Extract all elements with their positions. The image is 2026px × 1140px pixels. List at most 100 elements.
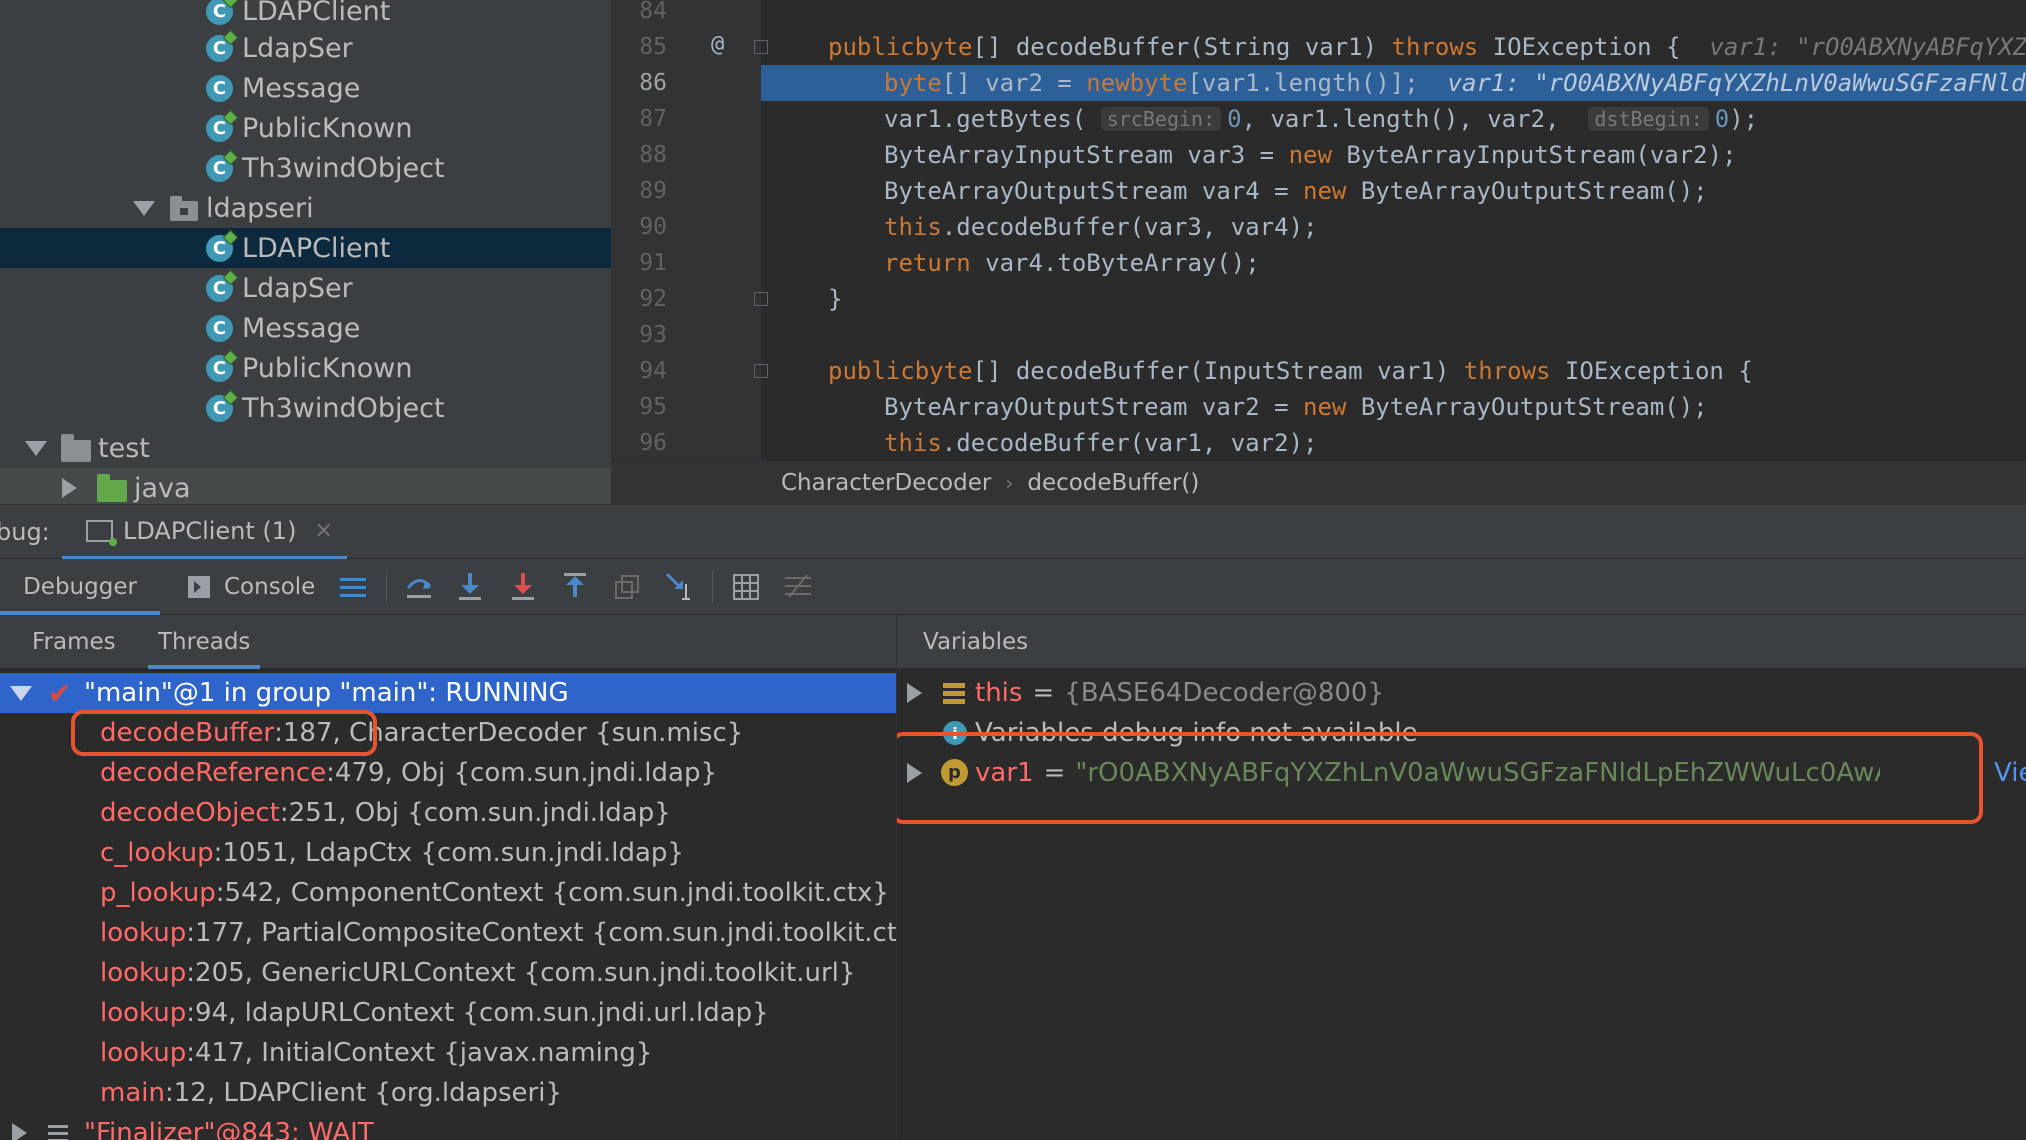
stack-frame[interactable]: decodeReference:479, Obj {com.sun.jndi.l… bbox=[100, 753, 717, 793]
evaluate-icon[interactable] bbox=[728, 569, 764, 605]
tab-threads[interactable]: Threads bbox=[147, 615, 261, 669]
tree-item-label: Message bbox=[242, 312, 361, 344]
drop-frame-icon[interactable] bbox=[609, 569, 645, 605]
tree-item-publicknown[interactable]: C PublicKnown bbox=[0, 348, 611, 388]
threads-icon[interactable] bbox=[335, 569, 371, 605]
stack-frame[interactable]: lookup:417, InitialContext {javax.naming… bbox=[100, 1033, 652, 1073]
variable-name: this bbox=[975, 678, 1023, 708]
thread-row-main[interactable]: ✔ "main"@1 in group "main": RUNNING bbox=[0, 673, 896, 713]
tree-item-label: LdapSer bbox=[242, 32, 353, 64]
stack-frame[interactable]: main:12, LDAPClient {org.ldapseri} bbox=[100, 1073, 562, 1113]
tree-item-label: Message bbox=[242, 72, 361, 104]
line-number: 87 bbox=[639, 106, 667, 132]
param-hint: srcBegin: bbox=[1100, 107, 1222, 131]
stack-frame[interactable]: lookup:205, GenericURLContext {com.sun.j… bbox=[100, 953, 855, 993]
thread-waiting-icon bbox=[48, 1125, 68, 1140]
debug-window-title: bug: bbox=[0, 518, 50, 546]
stack-frame[interactable]: p_lookup:542, ComponentContext {com.sun.… bbox=[100, 873, 889, 913]
folder-icon bbox=[61, 434, 91, 462]
tree-item-ldapser[interactable]: C LdapSer bbox=[0, 268, 611, 308]
expand-arrow-icon[interactable] bbox=[25, 441, 47, 456]
tree-item-test-folder[interactable]: test bbox=[0, 428, 611, 468]
debug-session-tab[interactable]: LDAPClient (1) × bbox=[62, 505, 347, 560]
step-over-icon[interactable] bbox=[401, 569, 437, 605]
close-icon[interactable]: × bbox=[314, 518, 332, 543]
code-line-90[interactable]: this .decodeBuffer(var3, var4); bbox=[761, 209, 2026, 245]
param-hint: dstBegin: bbox=[1588, 107, 1709, 131]
code-line-96[interactable]: this .decodeBuffer(var1, var2); bbox=[761, 425, 2026, 461]
tree-item-th3windobject[interactable]: C Th3windObject bbox=[0, 388, 611, 428]
line-number: 93 bbox=[639, 322, 667, 348]
breadcrumb-class[interactable]: CharacterDecoder bbox=[781, 470, 991, 496]
tree-item-label: PublicKnown bbox=[242, 112, 413, 144]
code-line-88[interactable]: ByteArrayInputStream var3 = new ByteArra… bbox=[761, 137, 2026, 173]
tab-debugger[interactable]: Debugger bbox=[0, 559, 160, 615]
tree-item-ldapser[interactable]: C LdapSer bbox=[0, 28, 611, 68]
inline-debug-value: var1: "rO0ABXNyABFqYXZhLnV0aWwuSGFzaFNld… bbox=[1447, 69, 2026, 97]
tree-item-ldapseri-package[interactable]: ldapseri bbox=[0, 188, 611, 228]
tree-item-ldapclient-selected[interactable]: C LDAPClient bbox=[0, 228, 611, 268]
class-icon: C bbox=[206, 149, 239, 182]
thread-label: "main"@1 in group "main": RUNNING bbox=[84, 678, 569, 708]
expand-arrow-icon[interactable] bbox=[907, 683, 922, 703]
tree-item-ldapclient[interactable]: C LDAPClient bbox=[0, 0, 611, 31]
code-line-85[interactable]: public byte[] decodeBuffer(String var1) … bbox=[761, 29, 2026, 65]
override-marker-icon[interactable]: @ bbox=[711, 32, 724, 57]
line-number: 89 bbox=[639, 178, 667, 204]
collapse-arrow-icon[interactable] bbox=[62, 478, 77, 498]
debug-tool-window-header: bug: LDAPClient (1) × bbox=[0, 504, 2026, 560]
tree-item-java-folder[interactable]: java bbox=[0, 468, 611, 504]
code-line-87[interactable]: var1.getBytes( srcBegin: 0, var1.length()… bbox=[761, 101, 2026, 137]
step-into-icon[interactable] bbox=[452, 569, 488, 605]
collapse-arrow-icon[interactable] bbox=[12, 1123, 27, 1140]
breadcrumb-method[interactable]: decodeBuffer() bbox=[1027, 470, 1199, 496]
checkmark-icon: ✔ bbox=[48, 676, 72, 710]
code-line-89[interactable]: ByteArrayOutputStream var4 = new ByteArr… bbox=[761, 173, 2026, 209]
project-tree: C LDAPClient C LdapSer C Message C Publi… bbox=[0, 0, 611, 504]
run-to-cursor-icon[interactable] bbox=[662, 569, 698, 605]
line-number: 96 bbox=[639, 430, 667, 456]
tree-item-message[interactable]: C Message bbox=[0, 68, 611, 108]
field-icon bbox=[943, 683, 965, 704]
frames-panel: Frames Threads ✔ "main"@1 in group "main… bbox=[0, 615, 897, 1140]
code-line-94[interactable]: public byte[] decodeBuffer(InputStream v… bbox=[761, 353, 2026, 389]
expand-arrow-icon[interactable] bbox=[133, 201, 155, 216]
view-link[interactable]: View bbox=[1994, 758, 2026, 788]
line-number: 84 bbox=[639, 0, 667, 24]
line-number: 95 bbox=[639, 394, 667, 420]
editor-gutter[interactable]: 84 85 86 87 88 89 90 91 92 93 94 95 96 @ bbox=[611, 0, 768, 460]
variable-row-this[interactable]: this = {BASE64Decoder@800} bbox=[897, 673, 2026, 713]
breadcrumb-separator: › bbox=[1005, 470, 1014, 495]
code-line-86-execution-point[interactable]: byte[] var2 = new byte [var1.length()]; v… bbox=[761, 65, 2026, 101]
line-number: 94 bbox=[639, 358, 667, 384]
toolbar-separator bbox=[712, 571, 713, 603]
force-step-into-icon[interactable] bbox=[505, 569, 541, 605]
tab-console[interactable]: Console bbox=[188, 559, 315, 615]
expand-arrow-icon[interactable] bbox=[10, 686, 32, 701]
variables-header: Variables bbox=[897, 615, 2026, 669]
stack-frame[interactable]: c_lookup:1051, LdapCtx {com.sun.jndi.lda… bbox=[100, 833, 684, 873]
class-icon: C bbox=[206, 109, 239, 142]
tab-frames[interactable]: Frames bbox=[32, 615, 116, 669]
line-number-current: 86 bbox=[639, 70, 667, 96]
debugger-toolbar: Debugger Console bbox=[0, 559, 2026, 615]
stack-frame[interactable]: lookup:177, PartialCompositeContext {com… bbox=[100, 913, 896, 953]
frames-tabs: Frames Threads bbox=[0, 615, 896, 669]
code-line-95[interactable]: ByteArrayOutputStream var2 = new ByteArr… bbox=[761, 389, 2026, 425]
step-out-icon[interactable] bbox=[557, 569, 593, 605]
thread-row-finalizer[interactable]: "Finalizer"@843: WAIT bbox=[0, 1113, 896, 1140]
code-line-92[interactable]: } bbox=[761, 281, 2026, 317]
tree-item-label: Th3windObject bbox=[242, 152, 445, 184]
console-icon bbox=[188, 576, 210, 598]
stack-frame[interactable]: lookup:94, ldapURLContext {com.sun.jndi.… bbox=[100, 993, 769, 1033]
tree-item-publicknown[interactable]: C PublicKnown bbox=[0, 108, 611, 148]
tree-item-label: LDAPClient bbox=[242, 0, 391, 27]
tree-item-label: test bbox=[98, 432, 150, 464]
code-line-91[interactable]: return var4.toByteArray(); bbox=[761, 245, 2026, 281]
tree-item-message[interactable]: C Message bbox=[0, 308, 611, 348]
stack-frame[interactable]: decodeObject:251, Obj {com.sun.jndi.ldap… bbox=[100, 793, 671, 833]
tree-item-th3windobject[interactable]: C Th3windObject bbox=[0, 148, 611, 188]
tree-item-label: PublicKnown bbox=[242, 352, 413, 384]
trace-icon[interactable] bbox=[780, 569, 816, 605]
code-editor[interactable]: 84 85 86 87 88 89 90 91 92 93 94 95 96 @… bbox=[611, 0, 2026, 504]
